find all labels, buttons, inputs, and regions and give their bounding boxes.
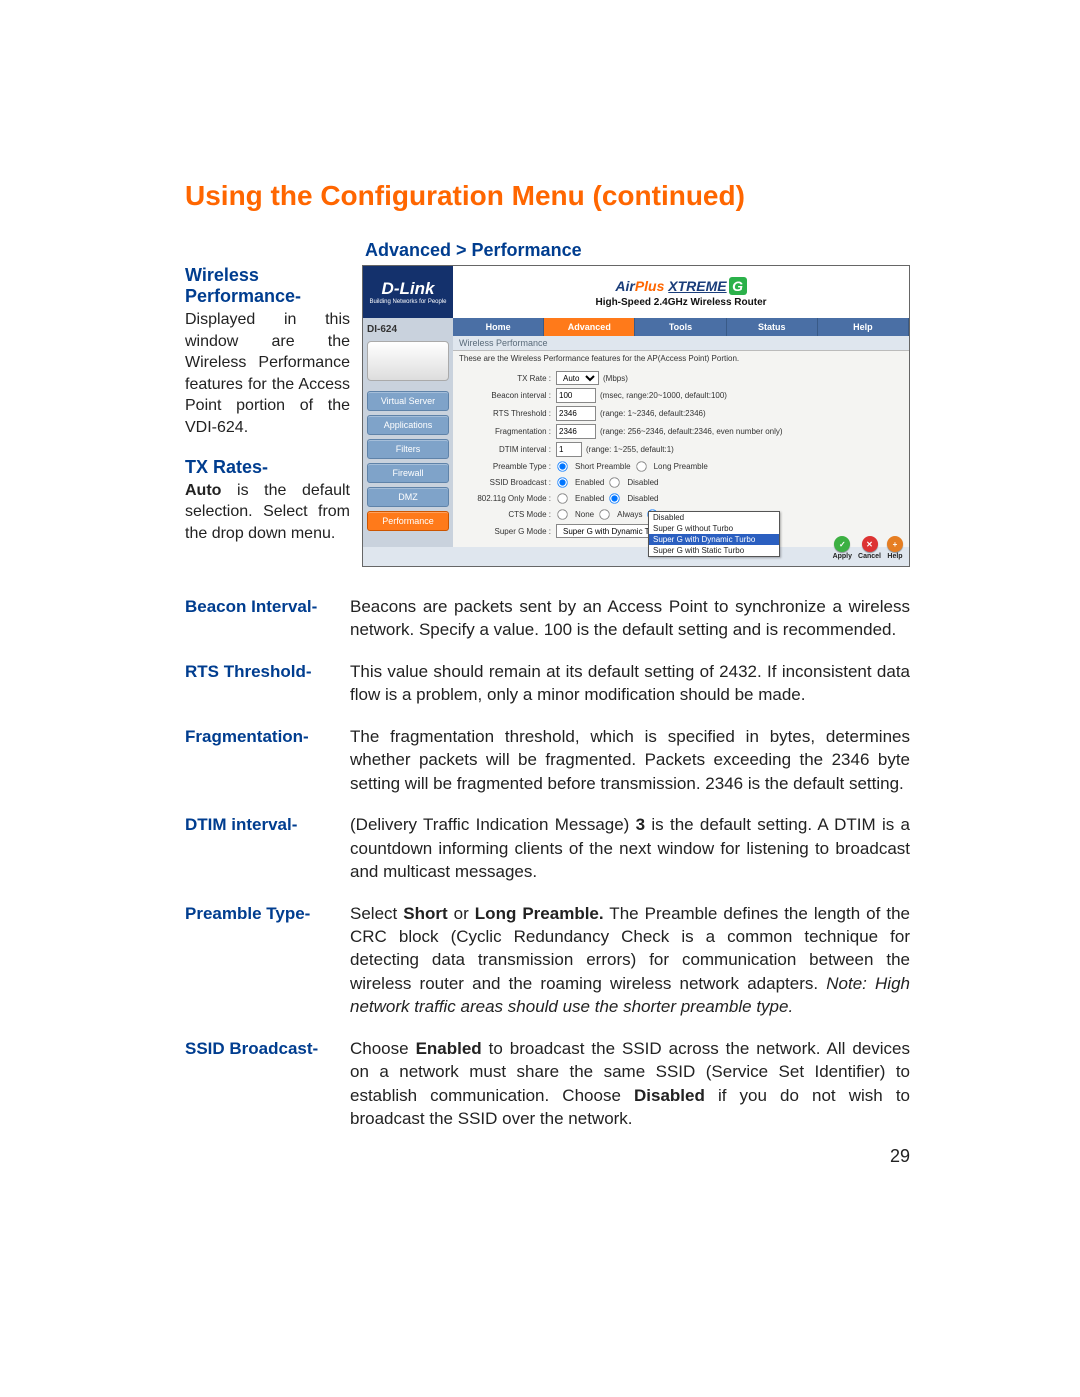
router-image <box>367 341 449 381</box>
tx-rate-select[interactable]: Auto <box>556 371 599 385</box>
cts-always-radio[interactable] <box>599 509 609 519</box>
help-icon: + <box>887 536 903 552</box>
superg-mode-label: Super G Mode : <box>459 527 556 536</box>
definition-term: DTIM interval- <box>185 813 350 883</box>
definition-list: Beacon Interval-Beacons are packets sent… <box>185 595 910 1131</box>
dtim-interval-hint: (range: 1~255, default:1) <box>586 445 674 454</box>
dtim-interval-label: DTIM interval : <box>459 445 556 454</box>
cancel-icon: ✕ <box>862 536 878 552</box>
rts-threshold-label: RTS Threshold : <box>459 409 556 418</box>
gonly-disabled-radio[interactable] <box>610 493 620 503</box>
definition-term: Preamble Type- <box>185 902 350 1019</box>
page-number: 29 <box>890 1146 910 1167</box>
panel-description: These are the Wireless Performance featu… <box>453 351 909 369</box>
rts-threshold-hint: (range: 1~2346, default:2346) <box>600 409 706 418</box>
tab-advanced[interactable]: Advanced <box>544 318 635 336</box>
beacon-interval-input[interactable] <box>556 388 596 403</box>
apply-button[interactable]: ✓ Apply <box>833 536 852 560</box>
superg-option-static[interactable]: Super G with Static Turbo <box>649 545 779 556</box>
beacon-interval-label: Beacon interval : <box>459 391 556 400</box>
definition-description: Beacons are packets sent by an Access Po… <box>350 595 910 642</box>
definition-description: The fragmentation threshold, which is sp… <box>350 725 910 795</box>
sidebar-item-applications[interactable]: Applications <box>367 415 449 435</box>
beacon-interval-hint: (msec, range:20~1000, default:100) <box>600 391 727 400</box>
definition-description: This value should remain at its default … <box>350 660 910 707</box>
definition-description: Select Short or Long Preamble. The Pream… <box>350 902 910 1019</box>
fragmentation-label: Fragmentation : <box>459 427 556 436</box>
preamble-short-radio[interactable] <box>557 461 567 471</box>
tab-tools[interactable]: Tools <box>635 318 726 336</box>
tab-home[interactable]: Home <box>453 318 544 336</box>
cts-none-radio[interactable] <box>557 509 567 519</box>
ssid-broadcast-label: SSID Broadcast : <box>459 478 556 487</box>
page-title: Using the Configuration Menu (continued) <box>185 180 910 212</box>
wireless-performance-heading: Wireless Performance- <box>185 265 350 307</box>
preamble-long-radio[interactable] <box>636 461 646 471</box>
tx-rate-label: TX Rate : <box>459 374 556 383</box>
definition-term: Fragmentation- <box>185 725 350 795</box>
cts-mode-label: CTS Mode : <box>459 510 556 519</box>
dlink-logo: D-Link Building Networks for People <box>363 266 453 318</box>
product-brand: AirPlus XTREMEG <box>615 277 746 295</box>
fragmentation-input[interactable] <box>556 424 596 439</box>
dtim-interval-input[interactable] <box>556 442 582 457</box>
breadcrumb: Advanced > Performance <box>365 240 910 261</box>
sidebar-item-dmz[interactable]: DMZ <box>367 487 449 507</box>
router-admin-screenshot: D-Link Building Networks for People AirP… <box>362 265 910 567</box>
sidebar-item-filters[interactable]: Filters <box>367 439 449 459</box>
sidebar-item-virtual-server[interactable]: Virtual Server <box>367 391 449 411</box>
tx-rates-text: Auto is the default selection. Select fr… <box>185 480 350 545</box>
ssid-disabled-radio[interactable] <box>610 477 620 487</box>
sidebar-item-firewall[interactable]: Firewall <box>367 463 449 483</box>
check-icon: ✓ <box>834 536 850 552</box>
tx-rates-heading: TX Rates- <box>185 457 350 478</box>
gonly-enabled-radio[interactable] <box>557 493 567 503</box>
definition-description: (Delivery Traffic Indication Message) 3 … <box>350 813 910 883</box>
superg-option-disabled[interactable]: Disabled <box>649 512 779 523</box>
sidebar-item-performance[interactable]: Performance <box>367 511 449 531</box>
preamble-type-label: Preamble Type : <box>459 462 556 471</box>
superg-option-noturbo[interactable]: Super G without Turbo <box>649 523 779 534</box>
ssid-enabled-radio[interactable] <box>557 477 567 487</box>
definition-term: RTS Threshold- <box>185 660 350 707</box>
help-button[interactable]: + Help <box>887 536 903 560</box>
definition-term: Beacon Interval- <box>185 595 350 642</box>
definition-term: SSID Broadcast- <box>185 1037 350 1131</box>
fragmentation-hint: (range: 256~2346, default:2346, even num… <box>600 427 783 436</box>
tab-status[interactable]: Status <box>727 318 818 336</box>
rts-threshold-input[interactable] <box>556 406 596 421</box>
superg-option-dynamic[interactable]: Super G with Dynamic Turbo <box>649 534 779 545</box>
cancel-button[interactable]: ✕ Cancel <box>858 536 881 560</box>
tab-help[interactable]: Help <box>818 318 909 336</box>
tx-rate-unit: (Mbps) <box>603 374 628 383</box>
wireless-performance-text: Displayed in this window are the Wireles… <box>185 309 350 439</box>
model-label: DI-624 <box>367 324 449 335</box>
product-subtitle: High-Speed 2.4GHz Wireless Router <box>595 297 766 308</box>
definition-description: Choose Enabled to broadcast the SSID acr… <box>350 1037 910 1131</box>
gonly-mode-label: 802.11g Only Mode : <box>459 494 556 503</box>
panel-title: Wireless Performance <box>453 336 909 351</box>
superg-dropdown-open[interactable]: Disabled Super G without Turbo Super G w… <box>648 511 780 557</box>
